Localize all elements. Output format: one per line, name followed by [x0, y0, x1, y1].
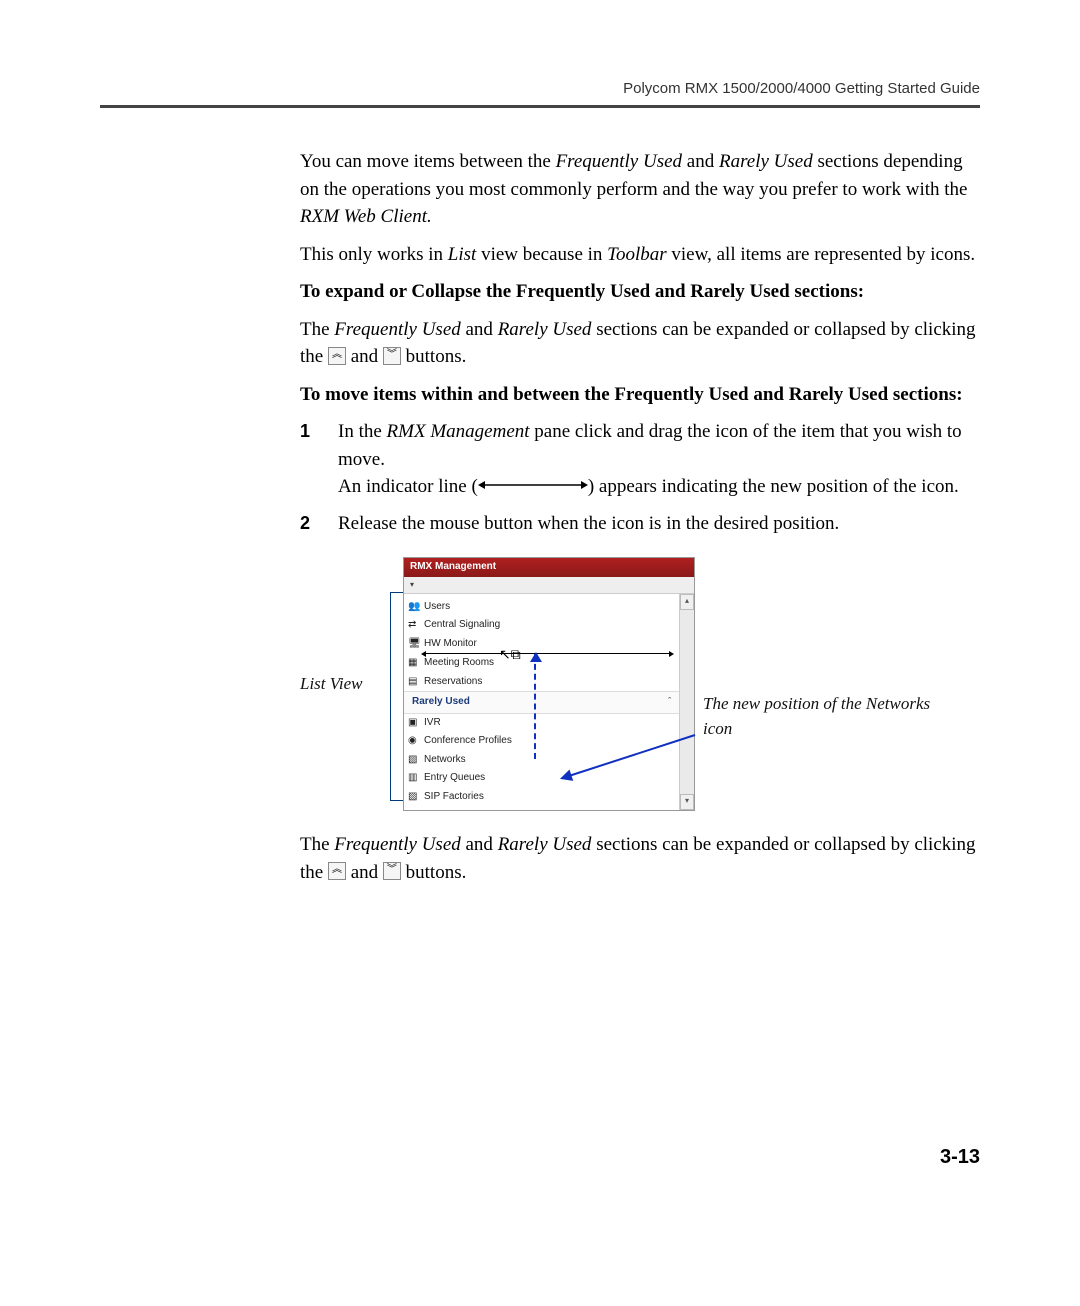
step-number: 2 — [300, 510, 338, 538]
header-rule — [100, 105, 980, 108]
drag-cursor-icon: ↖⧉ — [499, 644, 521, 664]
text-italic: RMX Management — [387, 421, 530, 442]
text-italic: Rarely Used — [719, 151, 813, 172]
item-label: Entry Queues — [424, 772, 485, 783]
network-icon: ▧ — [408, 753, 420, 765]
body-content: You can move items between the Frequentl… — [300, 148, 980, 886]
list-item[interactable]: ◉ Conference Profiles — [404, 732, 679, 751]
item-label: SIP Factories — [424, 791, 484, 802]
text: and — [461, 319, 498, 340]
signal-icon: ⇄ — [408, 618, 420, 630]
heading-expand-collapse: To expand or Collapse the Frequently Use… — [300, 278, 980, 306]
collapse-down-icon: ︾ — [383, 347, 401, 365]
profile-icon: ◉ — [408, 734, 420, 746]
figure: List View RMX Management ▾ 👥 Users ⇄ Centr… — [300, 557, 980, 811]
list-item[interactable]: ⇄ Central Signaling — [404, 616, 679, 635]
ivr-icon: ▣ — [408, 716, 420, 728]
text: view because in — [476, 244, 607, 265]
room-icon: ▦ — [408, 656, 420, 668]
list-item[interactable]: ▣ IVR — [404, 714, 679, 733]
paragraph-after-figure: The Frequently Used and Rarely Used sect… — [300, 831, 980, 886]
page-header: Polycom RMX 1500/2000/4000 Getting Start… — [100, 80, 980, 97]
figure-label-left: List View — [300, 672, 390, 697]
text: Release the mouse button when the icon i… — [338, 510, 980, 538]
text: and — [682, 151, 719, 172]
paragraph-intro-1: You can move items between the Frequentl… — [300, 148, 980, 231]
text-italic: Rarely Used — [498, 834, 592, 855]
text-italic: Frequently Used — [556, 151, 682, 172]
text: An indicator line ( — [338, 476, 478, 497]
queue-icon: ▥ — [408, 771, 420, 783]
item-label: Networks — [424, 754, 466, 765]
indicator-line-icon — [478, 471, 588, 499]
list-item[interactable]: 🖥 HW Monitor — [404, 635, 679, 654]
sip-icon: ▨ — [408, 790, 420, 802]
list-item[interactable]: 👥 Users — [404, 598, 679, 617]
text: ) appears indicating the new position of… — [588, 476, 959, 497]
list-item[interactable]: ▨ SIP Factories — [404, 788, 679, 807]
bracket-icon — [390, 592, 403, 801]
item-label: Meeting Rooms — [424, 657, 494, 668]
text-italic: RXM Web Client. — [300, 206, 432, 227]
chevron-up-icon[interactable]: ˆ — [668, 695, 671, 708]
text: In the — [338, 421, 387, 442]
callout-text: The new position of the Networks icon — [703, 692, 953, 741]
text: and — [461, 834, 498, 855]
text: buttons. — [406, 346, 467, 367]
rarely-used-header[interactable]: Rarely Used ˆ — [404, 691, 679, 714]
paragraph-intro-2: This only works in List view because in … — [300, 241, 980, 269]
text-italic: Rarely Used — [498, 319, 592, 340]
section-label: Rarely Used — [412, 696, 470, 707]
rmx-management-panel: RMX Management ▾ 👥 Users ⇄ Central Signali… — [403, 557, 695, 811]
text: This only works in — [300, 244, 448, 265]
item-label: Users — [424, 601, 450, 612]
panel-list: 👥 Users ⇄ Central Signaling 🖥 HW Monitor ▦ M… — [404, 594, 679, 811]
item-label: HW Monitor — [424, 638, 477, 649]
heading-move-items: To move items within and between the Fre… — [300, 381, 980, 409]
item-label: Conference Profiles — [424, 735, 512, 746]
page-number: 3-13 — [100, 1146, 980, 1169]
scroll-down-button[interactable]: ▾ — [680, 794, 694, 810]
item-label: IVR — [424, 717, 441, 728]
text-italic: Toolbar — [607, 244, 667, 265]
list-item[interactable]: ▤ Reservations — [404, 673, 679, 692]
step-2: 2 Release the mouse button when the icon… — [300, 510, 980, 538]
steps-list: 1 In the RMX Management pane click and d… — [300, 418, 980, 537]
reservation-icon: ▤ — [408, 675, 420, 687]
users-icon: 👥 — [408, 600, 420, 612]
text: and — [351, 862, 383, 883]
scroll-up-button[interactable]: ▴ — [680, 594, 694, 610]
step-number: 1 — [300, 418, 338, 502]
collapse-down-icon: ︾ — [383, 862, 401, 880]
text: buttons. — [406, 862, 467, 883]
panel-toolbar: ▾ — [404, 577, 694, 594]
step-1: 1 In the RMX Management pane click and d… — [300, 418, 980, 502]
text: The — [300, 319, 334, 340]
list-item[interactable]: ▥ Entry Queues — [404, 769, 679, 788]
text: and — [351, 346, 383, 367]
scrollbar[interactable]: ▴ ▾ — [679, 594, 694, 811]
collapse-up-icon: ︽ — [328, 862, 346, 880]
text: You can move items between the — [300, 151, 556, 172]
paragraph-expand-collapse: The Frequently Used and Rarely Used sect… — [300, 316, 980, 371]
dashed-arrow-icon — [534, 654, 538, 759]
item-label: Central Signaling — [424, 619, 500, 630]
text-italic: Frequently Used — [334, 319, 460, 340]
panel-title: RMX Management — [404, 558, 694, 577]
text-italic: List — [448, 244, 477, 265]
text: view, all items are represented by icons… — [667, 244, 975, 265]
monitor-icon: 🖥 — [408, 637, 420, 649]
text: The — [300, 834, 334, 855]
collapse-up-icon: ︽ — [328, 347, 346, 365]
text-italic: Frequently Used — [334, 834, 460, 855]
item-label: Reservations — [424, 676, 482, 687]
